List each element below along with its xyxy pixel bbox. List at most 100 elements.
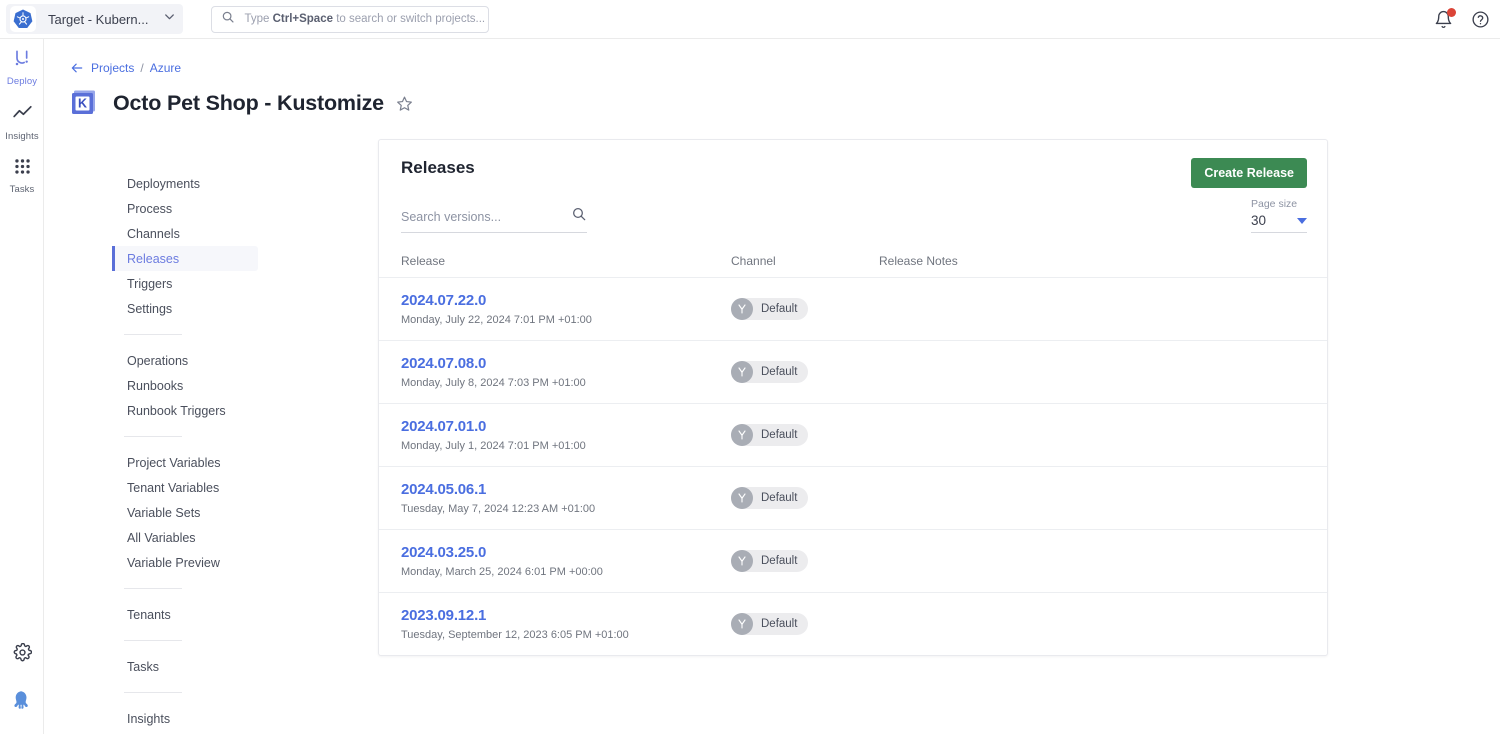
- table-row[interactable]: 2024.07.22.0 Monday, July 22, 2024 7:01 …: [379, 278, 1327, 341]
- content-wrapper: Projects / Azure K Octo Pet Shop - Kusto…: [44, 39, 1500, 118]
- rail-item-insights-label: Insights: [0, 131, 44, 142]
- releases-card: Releases Create Release Search versions.…: [378, 139, 1328, 656]
- breadcrumb-separator: /: [140, 61, 143, 75]
- release-version-link[interactable]: 2024.07.22.0: [401, 292, 731, 309]
- branch-icon: [731, 298, 753, 320]
- rail-bottom-group: [0, 633, 44, 734]
- table-row[interactable]: 2024.03.25.0 Monday, March 25, 2024 6:01…: [379, 530, 1327, 593]
- rail-item-octopus-home[interactable]: [0, 677, 44, 727]
- release-version-link[interactable]: 2024.07.08.0: [401, 355, 731, 372]
- channel-name: Default: [761, 555, 797, 567]
- column-header-release: Release: [401, 254, 731, 268]
- table-row[interactable]: 2024.05.06.1 Tuesday, May 7, 2024 12:23 …: [379, 467, 1327, 530]
- insights-trend-icon: [12, 110, 33, 127]
- channel-cell: Default: [731, 298, 879, 320]
- release-cell: 2023.09.12.1 Tuesday, September 12, 2023…: [401, 607, 731, 641]
- sidebar-item-insights[interactable]: Insights: [112, 706, 258, 731]
- table-row[interactable]: 2024.07.01.0 Monday, July 1, 2024 7:01 P…: [379, 404, 1327, 467]
- kubernetes-logo-icon: [10, 6, 36, 32]
- page-size-label: Page size: [1251, 198, 1307, 210]
- release-cell: 2024.07.01.0 Monday, July 1, 2024 7:01 P…: [401, 418, 731, 452]
- release-date: Monday, March 25, 2024 6:01 PM +00:00: [401, 566, 731, 578]
- rail-item-insights[interactable]: Insights: [0, 93, 44, 148]
- sidebar-item-operations[interactable]: Operations: [112, 348, 258, 373]
- create-release-button[interactable]: Create Release: [1191, 158, 1307, 188]
- project-switcher-label: Target - Kubern...: [48, 12, 148, 27]
- table-row[interactable]: 2023.09.12.1 Tuesday, September 12, 2023…: [379, 593, 1327, 655]
- column-header-channel: Channel: [731, 254, 879, 268]
- svg-text:K: K: [78, 96, 87, 110]
- notifications-button[interactable]: [1434, 10, 1453, 29]
- search-icon: [221, 10, 235, 29]
- branch-icon: [731, 424, 753, 446]
- sidebar-item-runbook-triggers[interactable]: Runbook Triggers: [112, 398, 258, 423]
- search-versions-placeholder: Search versions...: [401, 210, 501, 224]
- channel-name: Default: [761, 366, 797, 378]
- sidebar-item-variable-sets[interactable]: Variable Sets: [112, 500, 258, 525]
- breadcrumb-azure-link[interactable]: Azure: [150, 61, 181, 75]
- global-search-input[interactable]: Type Ctrl+Space to search or switch proj…: [211, 6, 489, 33]
- release-version-link[interactable]: 2024.05.06.1: [401, 481, 731, 498]
- channel-name: Default: [761, 618, 797, 630]
- channel-chip[interactable]: Default: [731, 613, 808, 635]
- channel-chip[interactable]: Default: [731, 550, 808, 572]
- page-body: Projects / Azure K Octo Pet Shop - Kusto…: [44, 39, 1500, 734]
- project-switcher[interactable]: Target - Kubern...: [6, 4, 183, 34]
- project-kustomize-icon: K: [70, 88, 100, 118]
- app-root: Target - Kubern... Type Ctrl+Space to se…: [0, 0, 1500, 734]
- release-date: Monday, July 8, 2024 7:03 PM +01:00: [401, 377, 731, 389]
- project-menu-group-operations: Operations Runbooks Runbook Triggers: [112, 348, 258, 423]
- arrow-left-icon[interactable]: [70, 61, 84, 75]
- channel-chip[interactable]: Default: [731, 487, 808, 509]
- branch-icon: [731, 550, 753, 572]
- releases-title: Releases: [401, 158, 475, 178]
- sidebar-item-tenant-variables[interactable]: Tenant Variables: [112, 475, 258, 500]
- channel-chip[interactable]: Default: [731, 424, 808, 446]
- rail-item-configuration[interactable]: [0, 633, 44, 677]
- sidebar-item-deployments[interactable]: Deployments: [112, 171, 258, 196]
- page-size-select[interactable]: Page size 30: [1251, 198, 1307, 233]
- rail-item-deploy[interactable]: Deploy: [0, 39, 44, 93]
- project-menu-group-variables: Project Variables Tenant Variables Varia…: [112, 450, 258, 575]
- sidebar-item-settings[interactable]: Settings: [112, 296, 258, 321]
- rail-item-tasks[interactable]: Tasks: [0, 148, 44, 201]
- sidebar-item-triggers[interactable]: Triggers: [112, 271, 258, 296]
- channel-chip[interactable]: Default: [731, 361, 808, 383]
- sidebar-item-project-variables[interactable]: Project Variables: [112, 450, 258, 475]
- chevron-down-icon: [162, 9, 177, 29]
- page-title-row: K Octo Pet Shop - Kustomize: [70, 88, 1500, 118]
- sidebar-item-releases[interactable]: Releases: [112, 246, 258, 271]
- channel-chip[interactable]: Default: [731, 298, 808, 320]
- star-outline-icon[interactable]: [396, 95, 413, 112]
- sidebar-item-tenants[interactable]: Tenants: [112, 602, 258, 627]
- table-row[interactable]: 2024.07.08.0 Monday, July 8, 2024 7:03 P…: [379, 341, 1327, 404]
- release-date: Tuesday, May 7, 2024 12:23 AM +01:00: [401, 503, 731, 515]
- sidebar-item-channels[interactable]: Channels: [112, 221, 258, 246]
- sidebar-item-runbooks[interactable]: Runbooks: [112, 373, 258, 398]
- sidebar-item-variable-preview[interactable]: Variable Preview: [112, 550, 258, 575]
- release-version-link[interactable]: 2023.09.12.1: [401, 607, 731, 624]
- octopus-logo-icon: [9, 687, 36, 714]
- sidebar-item-all-variables[interactable]: All Variables: [112, 525, 258, 550]
- help-circle-icon[interactable]: [1471, 10, 1490, 29]
- releases-table: Release Channel Release Notes 2024.07.22…: [379, 254, 1327, 655]
- releases-toolbar: Search versions... Page size 30: [379, 188, 1327, 233]
- channel-cell: Default: [731, 550, 879, 572]
- search-versions-input[interactable]: Search versions...: [401, 206, 587, 233]
- release-cell: 2024.07.22.0 Monday, July 22, 2024 7:01 …: [401, 292, 731, 326]
- notification-badge-dot: [1447, 8, 1456, 17]
- project-menu: Deployments Process Channels Releases Tr…: [112, 171, 258, 734]
- release-version-link[interactable]: 2024.03.25.0: [401, 544, 731, 561]
- gear-icon: [13, 649, 32, 666]
- release-version-link[interactable]: 2024.07.01.0: [401, 418, 731, 435]
- release-cell: 2024.03.25.0 Monday, March 25, 2024 6:01…: [401, 544, 731, 578]
- sidebar-item-process[interactable]: Process: [112, 196, 258, 221]
- tasks-grid-icon: [13, 163, 32, 180]
- channel-cell: Default: [731, 613, 879, 635]
- breadcrumb-projects-link[interactable]: Projects: [91, 61, 134, 75]
- page-size-value-row[interactable]: 30: [1251, 213, 1307, 233]
- rail-item-tasks-label: Tasks: [0, 184, 44, 195]
- channel-name: Default: [761, 492, 797, 504]
- releases-card-header: Releases Create Release: [379, 140, 1327, 188]
- sidebar-item-tasks[interactable]: Tasks: [112, 654, 258, 679]
